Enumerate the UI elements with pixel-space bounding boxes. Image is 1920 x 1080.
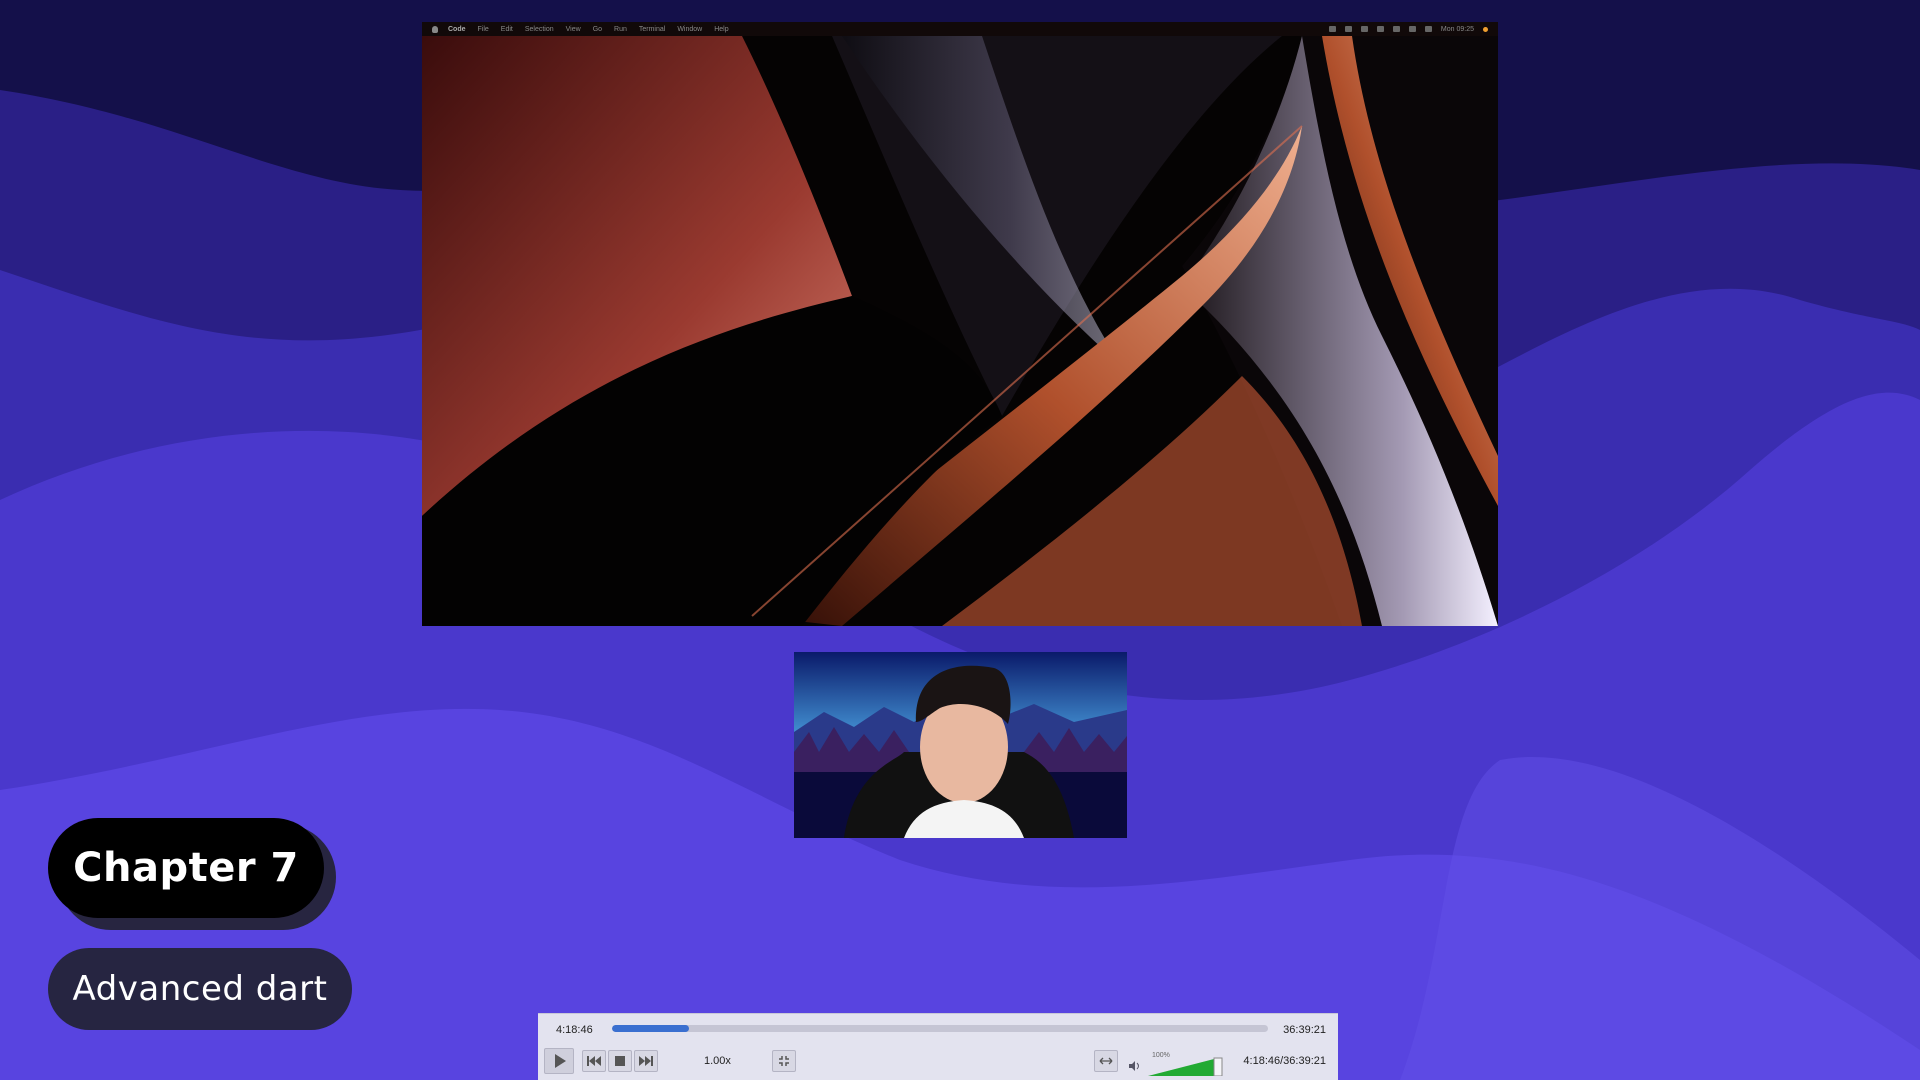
wifi-icon: [1392, 26, 1400, 32]
time-readout: 4:18:46/36:39:21: [1243, 1055, 1326, 1067]
menu-item-file: File: [477, 25, 489, 33]
status-icon: [1328, 26, 1336, 32]
battery-icon: [1376, 26, 1384, 32]
fit-screen-icon: [779, 1056, 789, 1066]
webcam-feed: [794, 652, 1127, 838]
apple-icon: [432, 25, 438, 33]
menu-item-edit: Edit: [500, 25, 513, 33]
status-icon: [1360, 26, 1368, 32]
play-button[interactable]: [544, 1048, 574, 1074]
status-icon: [1344, 26, 1352, 32]
stop-icon: [615, 1056, 625, 1066]
play-icon: [555, 1054, 566, 1068]
stretch-icon: [1099, 1057, 1113, 1065]
menu-item-go: Go: [592, 25, 603, 33]
search-icon: [1408, 26, 1416, 32]
chapter-badge: Chapter 7: [48, 818, 324, 918]
control-center-icon: [1424, 26, 1432, 32]
seek-bar-fill: [612, 1025, 690, 1032]
chapter-title: Chapter 7: [73, 845, 299, 891]
seek-bar[interactable]: [612, 1025, 1268, 1032]
topic-badge: Advanced dart: [48, 948, 352, 1030]
menu-item-help: Help: [714, 25, 729, 33]
menu-item-run: Run: [614, 25, 627, 33]
screen-capture: Code File Edit Selection View Go Run Ter…: [422, 22, 1498, 626]
stop-button[interactable]: [608, 1050, 632, 1072]
stretch-button[interactable]: [1094, 1050, 1118, 1072]
next-button[interactable]: [634, 1050, 658, 1072]
menu-item-window: Window: [677, 25, 703, 33]
menu-app-name: Code: [448, 25, 466, 33]
volume-handle: [1213, 1057, 1223, 1076]
media-player-controls: 4:18:46 36:39:21 1.00x 100% 4:18:46/36:3…: [538, 1013, 1338, 1080]
menu-item-selection: Selection: [524, 25, 554, 33]
skip-forward-icon: [639, 1056, 653, 1066]
recording-indicator-icon: [1483, 26, 1488, 32]
playback-speed[interactable]: 1.00x: [704, 1055, 731, 1067]
presenter-video: [794, 652, 1127, 838]
skip-back-icon: [587, 1056, 601, 1066]
current-time: 4:18:46: [556, 1024, 593, 1036]
topic-title: Advanced dart: [72, 969, 328, 1009]
volume-slider[interactable]: [1148, 1054, 1228, 1076]
speaker-icon[interactable]: [1128, 1060, 1140, 1072]
desktop-wallpaper: [422, 36, 1498, 626]
mac-menu-bar: Code File Edit Selection View Go Run Ter…: [422, 22, 1498, 36]
menu-item-view: View: [565, 25, 581, 33]
previous-button[interactable]: [582, 1050, 606, 1072]
fit-screen-button[interactable]: [772, 1050, 796, 1072]
menu-clock: Mon 09:25: [1440, 25, 1474, 33]
total-time: 36:39:21: [1283, 1024, 1326, 1036]
menu-item-terminal: Terminal: [638, 25, 666, 33]
